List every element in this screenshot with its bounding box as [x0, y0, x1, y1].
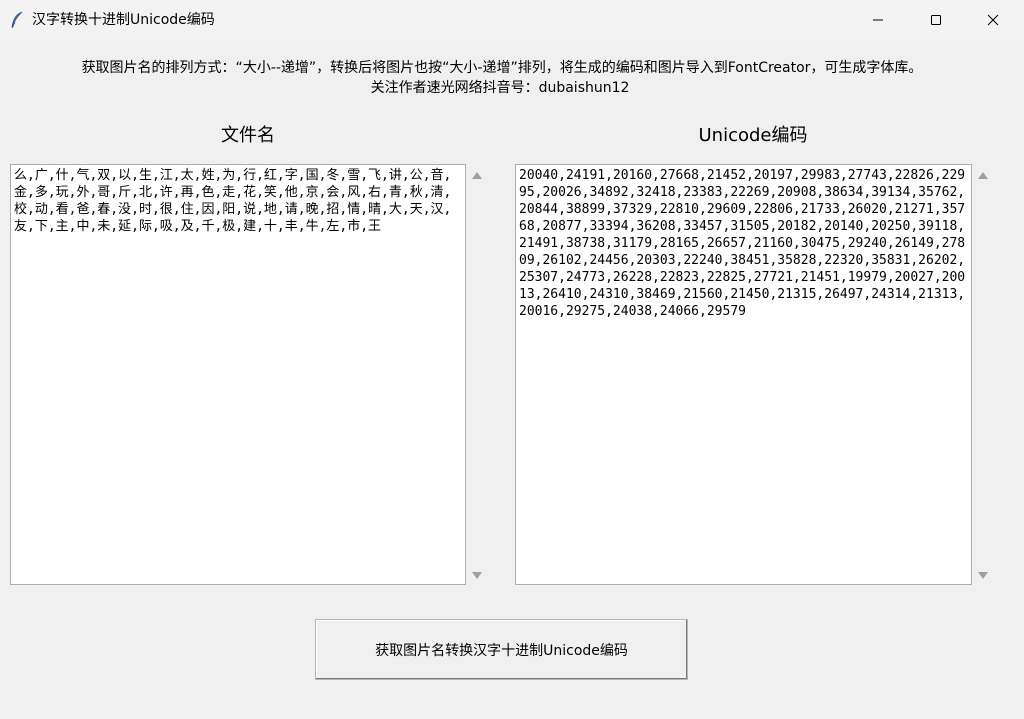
filename-textarea[interactable]: 么,广,什,气,双,以,生,江,太,姓,为,行,红,字,国,冬,雪,飞,讲,公,…	[10, 164, 466, 585]
scroll-up-icon[interactable]	[472, 172, 482, 179]
filename-label: 文件名	[221, 125, 275, 146]
unicode-label: Unicode编码	[698, 125, 808, 146]
convert-button[interactable]: 获取图片名转换汉字十进制Unicode编码	[315, 619, 688, 680]
filename-scrollbar[interactable]	[466, 164, 488, 585]
window-title: 汉字转换十进制Unicode编码	[32, 12, 215, 28]
scroll-up-icon[interactable]	[978, 172, 988, 179]
maximize-button[interactable]	[913, 0, 959, 40]
close-icon	[987, 11, 999, 30]
description-line-2: 关注作者速光网络抖音号：dubaishun12	[370, 80, 630, 96]
feather-icon	[10, 11, 24, 29]
title-bar: 汉字转换十进制Unicode编码	[0, 0, 1024, 40]
description-line-1: 获取图片名的排列方式：“大小--递增”，转换后将图片也按“大小-递增”排列，将生…	[81, 60, 923, 76]
maximize-icon	[930, 11, 942, 30]
scroll-down-icon[interactable]	[978, 572, 988, 579]
unicode-textarea[interactable]: 20040,24191,20160,27668,21452,20197,2998…	[515, 164, 972, 585]
minimize-icon	[872, 11, 884, 30]
close-button[interactable]	[970, 0, 1016, 40]
minimize-button[interactable]	[855, 0, 901, 40]
unicode-scrollbar[interactable]	[972, 164, 994, 585]
scroll-down-icon[interactable]	[472, 572, 482, 579]
